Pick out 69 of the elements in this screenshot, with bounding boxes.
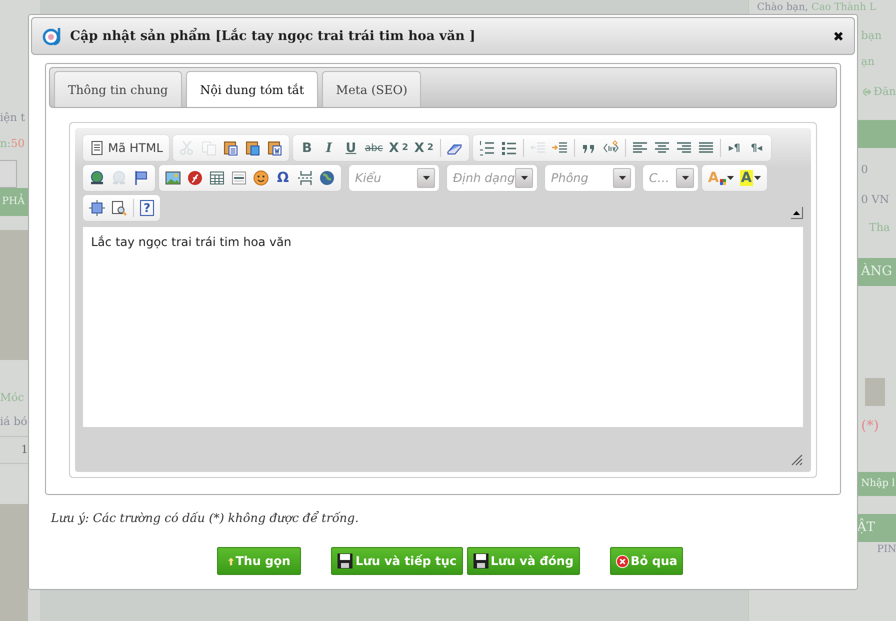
table-icon (209, 170, 225, 186)
page-text: 0 (860, 162, 869, 178)
tab[interactable]: Nội dung tóm tắt (186, 71, 318, 107)
format-button[interactable]: Ω (272, 167, 294, 189)
format-button[interactable]: ▸¶ (724, 137, 746, 159)
section-header: PHẢ (0, 188, 28, 216)
format-button[interactable]: ¶◂ (746, 137, 768, 159)
format-button[interactable]: I (318, 137, 340, 159)
background-color-button[interactable]: A (736, 167, 764, 189)
clipboard-icon (244, 140, 261, 156)
page-text: iá bó (0, 414, 28, 430)
globe-icon (319, 170, 335, 186)
preview-icon (111, 200, 127, 216)
toolbar-button[interactable] (86, 197, 108, 219)
note-text: Lưu ý: Các trường có dấu (*) không được để trống. (51, 511, 360, 525)
photo-placeholder (865, 378, 885, 406)
dropdown[interactable]: Phông (545, 165, 635, 191)
required-mark: (*) (860, 418, 880, 434)
action-button[interactable]: Lưu và tiếp tục (331, 547, 463, 575)
caret-icon (618, 176, 626, 180)
scissors-icon (178, 140, 195, 156)
numbered-list-icon (478, 140, 494, 156)
help-button[interactable]: ? (140, 200, 154, 216)
image-icon (165, 170, 181, 186)
flash-icon (187, 170, 203, 186)
page-text: iện t (0, 110, 26, 126)
dialog-title: Cập nhật sản phẩm [Lắc tay ngọc trai trái tim hoa văn ] (70, 28, 476, 44)
dropdown[interactable]: C… (643, 165, 698, 191)
tab[interactable]: Thông tin chung (54, 71, 182, 107)
caret-icon (754, 176, 761, 180)
action-button[interactable]: Lưu và đóng (466, 547, 580, 575)
dropdown[interactable]: Định dạng (447, 165, 537, 191)
close-button[interactable]: ✖ (833, 28, 844, 44)
format-button[interactable]: B (296, 137, 318, 159)
field-label: n: (0, 137, 11, 150)
caret-icon (726, 176, 734, 180)
dropdown[interactable]: Kiểu (349, 165, 439, 191)
source-button[interactable]: Mã HTML (86, 137, 166, 159)
flag-icon (133, 170, 149, 186)
clipboard-icon (266, 140, 283, 156)
resize-grip-icon[interactable] (791, 454, 803, 466)
clipboard-icon (222, 140, 239, 156)
document-icon (89, 140, 105, 156)
caret-icon (682, 176, 688, 180)
caret-icon (520, 176, 528, 180)
page-text: 0 VN (860, 192, 890, 208)
cancel-icon (616, 554, 629, 568)
action-button[interactable]: Thu gọn (216, 547, 302, 575)
copy-icon (200, 140, 217, 156)
tab[interactable]: Meta (SEO) (322, 71, 422, 107)
collapse-button[interactable] (791, 207, 803, 219)
maximize-icon (89, 200, 105, 216)
color-swatch-icon (720, 179, 726, 185)
collapse-icon (793, 210, 800, 214)
page-text: PIN (876, 543, 896, 557)
caret-icon (422, 176, 430, 180)
arrow-up-icon (228, 556, 234, 566)
bulleted-list-icon (500, 140, 516, 156)
input-field[interactable] (0, 160, 17, 188)
action-button[interactable]: Bỏ qua (610, 547, 684, 575)
text-editor[interactable]: Lắc tay ngọc trai trái tim hoa văn (83, 227, 803, 427)
page-break-icon (297, 170, 313, 186)
editor-text: Lắc tay ngọc trai trái tim hoa văn (91, 235, 292, 249)
smiley-icon (253, 170, 269, 186)
field-value: 50 (10, 137, 25, 150)
format-button[interactable]: abc (362, 137, 386, 159)
format-button[interactable]: U (340, 137, 362, 159)
greeting-text: Chào bạn, (757, 2, 810, 13)
format-button[interactable]: X$^{2}$ (411, 137, 436, 159)
